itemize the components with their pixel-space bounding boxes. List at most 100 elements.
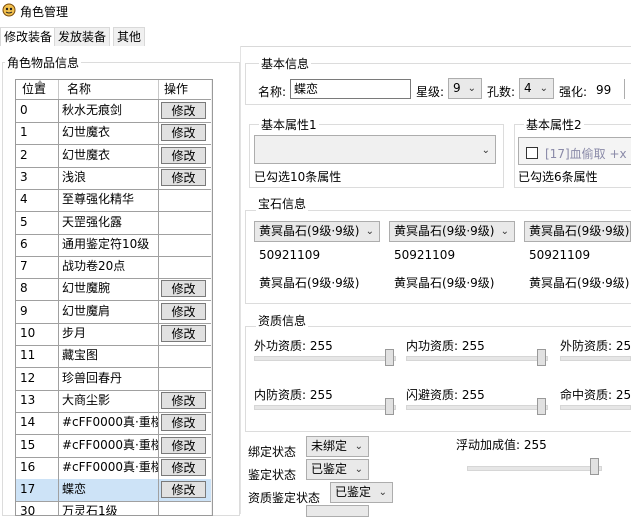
name-label: 名称: [258,85,287,99]
table-row[interactable]: 12 珍兽回春丹 [16,367,212,391]
modify-button[interactable]: 修改 [161,391,206,409]
modify-button[interactable]: 修改 [161,436,206,454]
gem-select-1[interactable]: 黄冥晶石(9级·9级) ⌄ [254,221,380,242]
table-row[interactable]: 1 幻世魔衣 修改 [16,122,212,146]
aptitude-slider-thumb[interactable] [385,398,394,415]
table-row[interactable]: 15 #cFF0000真·重楼 修改 [16,434,212,458]
aptitude-slider-track [254,405,396,410]
row-position: 13 [16,389,59,412]
aptitude-identify-value: 已鉴定 [335,485,372,499]
row-item-name: 步月 [59,323,159,345]
aptitude-slider-thumb[interactable] [537,398,546,415]
table-row[interactable]: 4 至尊强化精华 [16,189,212,213]
aptitude-slider-thumb[interactable] [537,349,546,366]
aptitude-slider-thumb[interactable] [385,349,394,366]
row-operation-cell: 修改 [159,167,212,189]
table-row[interactable]: 10 步月 修改 [16,323,212,346]
column-header-operation[interactable]: 操作 [159,80,212,99]
gem-id-2: 50921109 [394,248,456,262]
identify-status-value: 已鉴定 [311,462,348,476]
row-position: 3 [16,166,59,189]
aptitude-label: 内防资质: 255 [254,388,333,402]
row-operation-cell: 修改 [159,479,212,501]
enhance-value[interactable]: 99 [596,83,611,97]
aptitude-identify-label: 资质鉴定状态 [248,491,321,505]
modify-button[interactable]: 修改 [161,280,206,298]
tab-modify-equipment[interactable]: 修改装备 [0,27,57,47]
modify-button[interactable]: 修改 [161,458,206,476]
row-operation-cell [159,345,212,367]
enhance-spinner[interactable] [624,79,631,99]
row-operation-cell [159,189,212,211]
row-item-name: 幻世魔衣 [59,144,159,167]
table-row[interactable]: 9 幻世魔肩 修改 [16,300,212,324]
table-row[interactable]: 6 通用鉴定符10级 [16,233,212,257]
aptitude-slider-track [560,405,631,410]
extra-status-select[interactable] [306,505,369,517]
bind-status-value: 未绑定 [311,439,348,453]
modify-button[interactable]: 修改 [161,414,206,432]
gem-select-value: 黄冥晶石(9级·9级) [259,224,360,238]
table-row[interactable]: 14 #cFF0000真·重楼 修改 [16,412,212,436]
tab-other[interactable]: 其他 [113,27,146,46]
name-input[interactable]: 蝶恋 [290,79,411,99]
float-bonus-label: 浮动加成值: 255 [456,438,547,452]
items-table[interactable]: 位置 名称 操作 0 秋水无痕剑 修改 1 幻世魔衣 修改 2 幻世魔衣 修改 3 浅浪 修改 4 至尊强… [15,79,213,516]
column-header-name[interactable]: 名称 [59,80,159,99]
row-item-name: 藏宝图 [59,345,159,368]
modify-button[interactable]: 修改 [161,481,206,499]
app-icon [2,3,16,17]
aptitude-identify-select[interactable]: 已鉴定 ⌄ [330,482,393,503]
aptitude-label: 内功资质: 255 [406,339,485,353]
table-row[interactable]: 7 战功卷20点 [16,256,212,280]
modify-button[interactable]: 修改 [161,168,206,186]
table-header: 位置 名称 操作 [16,80,212,100]
gem-select-3[interactable]: 黄冥晶石(9级·9级) [524,221,631,242]
aptitude-label: 闪避资质: 255 [406,388,485,402]
row-item-name: 战功卷20点 [59,256,159,279]
table-vertical-scrollbar[interactable] [211,80,213,515]
window-title: 角色管理 [20,5,69,19]
chevron-down-icon: ⌄ [539,83,548,94]
chevron-down-icon: ⌄ [365,226,374,237]
row-operation-cell: 修改 [159,145,212,167]
scrollbar-thumb[interactable] [212,100,213,272]
holes-select[interactable]: 4 ⌄ [519,78,554,99]
modify-button[interactable]: 修改 [161,146,206,164]
attr2-checkbox[interactable] [526,147,538,159]
bind-status-select[interactable]: 未绑定 ⌄ [306,436,369,457]
modify-button[interactable]: 修改 [161,325,206,342]
table-row[interactable]: 16 #cFF0000真·重楼 修改 [16,456,212,480]
identify-status-select[interactable]: 已鉴定 ⌄ [306,459,369,480]
modify-button[interactable]: 修改 [161,124,206,142]
row-item-name: 浅浪 [59,166,159,189]
chevron-down-icon: ⌄ [378,487,387,498]
table-row[interactable]: 2 幻世魔衣 修改 [16,144,212,168]
holes-label: 孔数: [487,85,516,99]
table-row[interactable]: 0 秋水无痕剑 修改 [16,100,212,123]
holes-value: 4 [524,81,532,95]
table-row[interactable]: 5 天罡强化露 [16,211,212,235]
table-row[interactable]: 13 大商尘影 修改 [16,389,212,413]
chevron-down-icon: ⌄ [481,145,490,156]
row-item-name: 至尊强化精华 [59,189,159,212]
table-row[interactable]: 17 蝶恋 修改 [16,479,212,503]
identify-status-label: 鉴定状态 [248,468,297,482]
chevron-down-icon: ⌄ [467,83,476,94]
row-position: 1 [16,122,59,145]
row-position: 16 [16,456,59,479]
star-select[interactable]: 9 ⌄ [448,78,482,99]
tab-issue-equipment[interactable]: 发放装备 [54,27,111,46]
gem-select-2[interactable]: 黄冥晶石(9级·9级) ⌄ [389,221,515,242]
basic-info-title: 基本信息 [259,55,312,72]
table-row[interactable]: 3 浅浪 修改 [16,166,212,190]
attr1-select[interactable]: ⌄ [254,135,496,164]
row-operation-cell: 修改 [159,122,212,144]
modify-button[interactable]: 修改 [161,102,206,119]
modify-button[interactable]: 修改 [161,302,206,320]
table-row[interactable]: 11 藏宝图 [16,345,212,369]
table-row[interactable]: 8 幻世魔腕 修改 [16,278,212,302]
row-operation-cell [159,368,212,390]
tab-label: 修改装备 [4,30,53,44]
float-bonus-slider-thumb[interactable] [590,458,599,475]
